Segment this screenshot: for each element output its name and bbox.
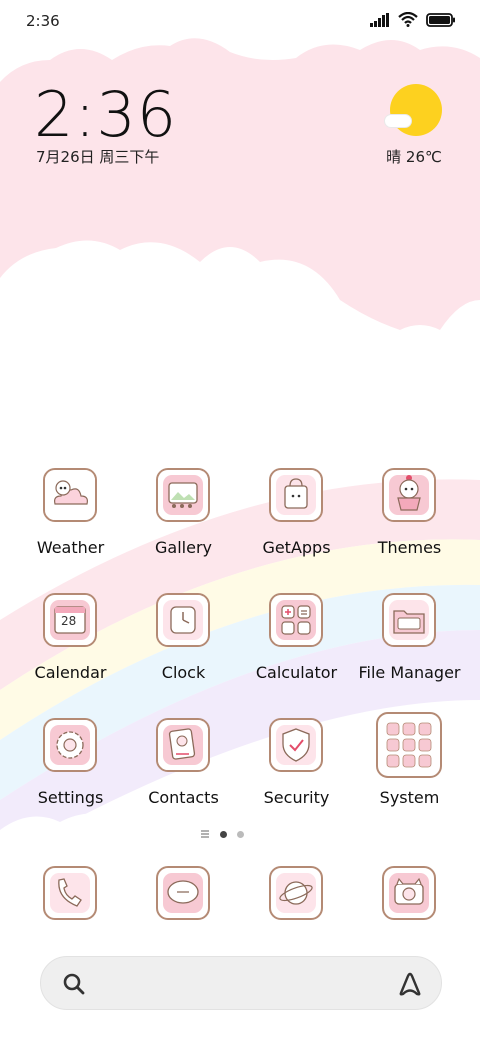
camera-icon[interactable] [382, 866, 436, 920]
app-label-security: Security [263, 788, 330, 807]
phone-icon[interactable] [43, 866, 97, 920]
picture-frame-icon [156, 468, 210, 522]
clock-icon [156, 593, 210, 647]
calculator-icon [269, 593, 323, 647]
app-themes[interactable]: Themes [353, 466, 466, 576]
folder-icon [382, 593, 436, 647]
message-icon[interactable] [156, 866, 210, 920]
status-time: 2:36 [26, 12, 60, 30]
assistant-icon[interactable] [395, 969, 425, 999]
weather-widget[interactable]: 晴 26℃ [384, 84, 444, 168]
dock [14, 864, 466, 924]
cloud-icon [384, 114, 412, 128]
clock-widget-time[interactable]: 2:36 [34, 78, 177, 151]
calendar-icon: 28 [43, 593, 97, 647]
app-clock[interactable]: Clock [127, 591, 240, 701]
address-book-icon [156, 718, 210, 772]
app-file-manager[interactable]: File Manager [353, 591, 466, 701]
panda-cupcake-icon [382, 468, 436, 522]
app-label-weather: Weather [36, 538, 105, 557]
app-weather[interactable]: Weather [14, 466, 127, 576]
page-dot-active[interactable] [220, 830, 227, 838]
status-bar: 2:36 [0, 0, 480, 40]
signal-icon [370, 12, 389, 27]
browser-planet-icon[interactable] [269, 866, 323, 920]
shield-icon [269, 718, 323, 772]
app-label-getapps: GetApps [262, 538, 331, 557]
sun-icon [390, 84, 442, 136]
app-label-settings: Settings [37, 788, 104, 807]
app-label-clock: Clock [161, 663, 206, 682]
app-calculator[interactable]: Calculator [240, 591, 353, 701]
battery-icon [426, 12, 455, 27]
panda-cloud-icon [43, 468, 97, 522]
page-dot[interactable] [237, 830, 244, 838]
app-label-contacts: Contacts [148, 788, 219, 807]
clock-widget-date: 7月26日 周三下午 [36, 148, 160, 166]
app-security[interactable]: Security [240, 716, 353, 826]
search-icon[interactable] [61, 971, 87, 997]
app-gallery[interactable]: Gallery [127, 466, 240, 576]
weather-widget-text: 晴 26℃ [386, 148, 442, 166]
app-label-file-manager: File Manager [358, 663, 461, 682]
gear-icon [43, 718, 97, 772]
folder-grid-icon [376, 712, 442, 778]
app-settings[interactable]: Settings [14, 716, 127, 826]
app-calendar[interactable]: 28 Calendar [14, 591, 127, 701]
app-label-themes: Themes [377, 538, 442, 557]
wifi-icon [398, 12, 418, 27]
app-label-calculator: Calculator [255, 663, 338, 682]
page-indicator[interactable] [200, 829, 244, 839]
app-label-system: System [379, 788, 440, 807]
search-bar[interactable] [40, 956, 442, 1010]
list-view-icon[interactable] [200, 829, 210, 839]
app-getapps[interactable]: GetApps [240, 466, 353, 576]
app-label-gallery: Gallery [155, 538, 212, 557]
app-label-calendar: Calendar [34, 663, 107, 682]
shopping-bag-icon [269, 468, 323, 522]
app-system-folder[interactable]: System [353, 712, 466, 826]
app-contacts[interactable]: Contacts [127, 716, 240, 826]
status-icons [370, 12, 456, 27]
